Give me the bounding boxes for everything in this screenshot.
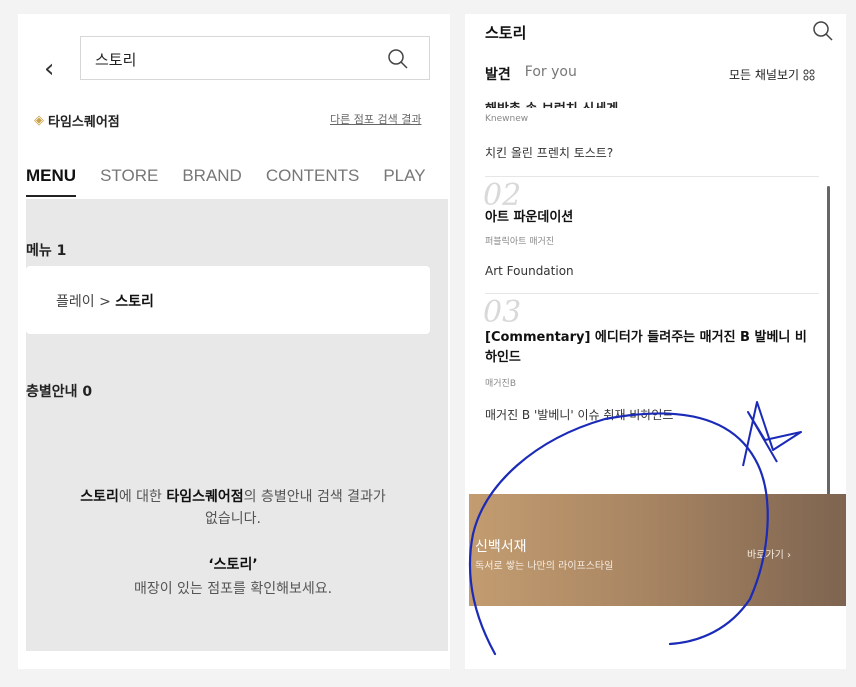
promo-banner[interactable]: 신백서재 독서로 쌓는 나만의 라이프스타일 바로가기 › <box>469 494 846 606</box>
story-title[interactable]: 해방촌 속 브런치 신세계 <box>485 98 618 108</box>
empty-result-message: 스토리에 대한 타임스퀘어점의 층별안내 검색 결과가 없습니다. <box>38 486 428 530</box>
empty-text-1: 에 대한 <box>118 489 167 505</box>
back-arrow-icon[interactable]: ‹ <box>44 50 62 88</box>
breadcrumb: 플레이 > 스토리 <box>56 291 154 311</box>
search-icon[interactable] <box>387 48 409 70</box>
divider <box>485 293 819 294</box>
search-input[interactable] <box>95 47 365 71</box>
tab-contents[interactable]: CONTENTS <box>266 166 360 199</box>
floor-section-title: 층별안내 0 <box>26 381 92 401</box>
location-pin-icon: ◈ <box>34 112 44 128</box>
left-panel: ‹ ◈ 타임스퀘어점 다른 점포 검색 결과 MENU STORE BRAND … <box>18 14 450 669</box>
floor-section-count: 0 <box>82 384 93 400</box>
empty-quote: ‘스토리’ <box>208 557 258 573</box>
menu-result-card[interactable]: 플레이 > 스토리 <box>26 266 430 334</box>
search-box[interactable] <box>80 36 430 80</box>
banner-title: 신백서재 <box>475 539 527 555</box>
category-tabs: MENU STORE BRAND CONTENTS PLAY <box>26 166 448 199</box>
story-title-line-2: 하인드 <box>485 350 521 365</box>
tab-discover[interactable]: 발견 <box>485 64 511 84</box>
tab-for-you[interactable]: For you <box>525 64 577 84</box>
story-desc: Art Foundation <box>485 264 574 278</box>
tab-play[interactable]: PLAY <box>383 166 425 199</box>
store-name: 타임스퀘어점 <box>48 114 120 130</box>
store-selector[interactable]: ◈ 타임스퀘어점 <box>34 110 120 130</box>
tab-menu[interactable]: MENU <box>26 166 77 199</box>
tab-brand[interactable]: BRAND <box>182 166 242 199</box>
other-store-results-link[interactable]: 다른 점포 검색 결과 <box>330 111 421 127</box>
breadcrumb-parent: 플레이 > <box>56 294 111 310</box>
banner-link[interactable]: 바로가기 › <box>747 546 791 561</box>
banner-subtitle: 독서로 쌓는 나만의 라이프스타일 <box>475 561 614 572</box>
grid-icon <box>803 69 815 80</box>
divider <box>485 176 819 177</box>
search-icon[interactable] <box>812 20 834 42</box>
tab-store[interactable]: STORE <box>100 166 158 199</box>
empty-tip: 매장이 있는 점포를 확인해보세요. <box>133 581 333 597</box>
story-source: 퍼블릭아트 매거진 <box>485 237 555 247</box>
scrollbar[interactable] <box>827 186 830 502</box>
empty-text-2: 의 층별안내 검색 결과가 <box>243 489 386 505</box>
all-channels-label: 모든 채널보기 <box>729 68 800 82</box>
empty-text-3: 없습니다. <box>205 511 261 527</box>
story-source: Knewnew <box>485 114 529 124</box>
breadcrumb-current: 스토리 <box>115 294 154 310</box>
story-title[interactable]: [Commentary] 에디터가 들려주는 매거진 B 발베니 비 하인드 <box>485 328 825 368</box>
floor-section-label: 층별안내 <box>26 384 78 400</box>
empty-store: 타임스퀘어점 <box>166 489 244 505</box>
story-number: 03 <box>483 295 522 330</box>
story-desc: 치킨 올린 프렌치 토스트? <box>485 146 614 160</box>
menu-section-label: 메뉴 <box>26 243 52 259</box>
right-panel: 스토리 발견 For you 모든 채널보기 해방촌 속 브런치 신세계 Kne… <box>465 14 846 669</box>
story-desc: 매거진 B '발베니' 이슈 취재 비하인드 <box>485 408 674 422</box>
menu-section-title: 메뉴 1 <box>26 240 66 260</box>
story-source: 매거진B <box>485 379 517 389</box>
menu-section-count: 1 <box>56 243 67 259</box>
all-channels-link[interactable]: 모든 채널보기 <box>729 66 815 83</box>
story-title[interactable]: 아트 파운데이션 <box>485 208 573 228</box>
page-title: 스토리 <box>485 24 527 42</box>
story-tabs: 발견 For you <box>485 64 577 84</box>
empty-keyword: 스토리 <box>80 489 119 505</box>
story-title-line-1: [Commentary] 에디터가 들려주는 매거진 B 발베니 비 <box>485 330 807 345</box>
